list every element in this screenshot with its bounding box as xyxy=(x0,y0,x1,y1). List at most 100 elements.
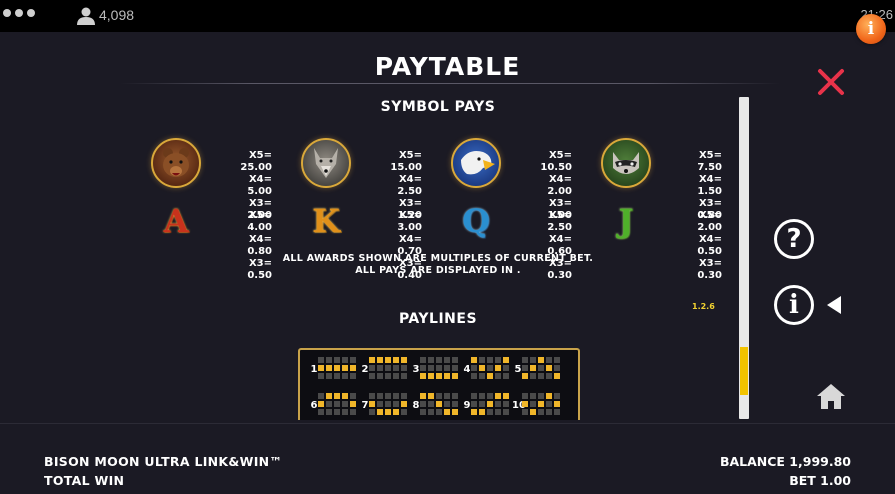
eagle-icon xyxy=(451,138,501,188)
payline-cell xyxy=(495,373,501,379)
payline-cell xyxy=(554,365,560,371)
payline-9: 9 xyxy=(461,392,509,420)
payline-cell xyxy=(444,373,450,379)
payline-cell xyxy=(428,409,434,415)
user-icon xyxy=(77,7,95,25)
payline-cell xyxy=(334,393,340,399)
payline-cell xyxy=(436,365,442,371)
payline-cell xyxy=(522,409,528,415)
active-indicator-icon xyxy=(827,296,841,314)
payline-cell xyxy=(334,373,340,379)
info-button[interactable]: i xyxy=(774,285,814,325)
payline-cell xyxy=(393,357,399,363)
payline-cell xyxy=(318,401,324,407)
payline-cell xyxy=(393,373,399,379)
payline-3: 3 xyxy=(410,356,458,384)
payline-cell xyxy=(487,365,493,371)
bet: BET 1.00 xyxy=(789,473,851,488)
payline-cell xyxy=(554,393,560,399)
payline-cell xyxy=(350,365,356,371)
payline-cell xyxy=(420,357,426,363)
letter-q-symbol: Q xyxy=(462,202,490,240)
payline-cell xyxy=(487,401,493,407)
info-badge-icon[interactable]: i xyxy=(856,14,886,44)
payline-cell xyxy=(318,357,324,363)
payline-cell xyxy=(452,373,458,379)
close-icon[interactable] xyxy=(815,66,847,98)
payline-cell xyxy=(350,409,356,415)
payline-cell xyxy=(377,365,383,371)
payline-cell xyxy=(487,357,493,363)
payline-cell xyxy=(452,401,458,407)
payline-cell xyxy=(503,401,509,407)
bear-icon xyxy=(151,138,201,188)
payline-cell xyxy=(401,373,407,379)
payline-cell xyxy=(420,393,426,399)
payline-grid xyxy=(471,393,509,415)
payline-cell xyxy=(452,357,458,363)
payline-cell xyxy=(326,365,332,371)
payline-cell xyxy=(326,409,332,415)
payline-cell xyxy=(503,393,509,399)
player-count: 4,098 xyxy=(99,7,135,23)
payline-cell xyxy=(495,409,501,415)
payline-cell xyxy=(436,373,442,379)
footer-divider xyxy=(0,423,895,424)
letter-k-symbol: K xyxy=(312,202,340,240)
payline-7: 7 xyxy=(359,392,407,420)
payline-cell xyxy=(444,409,450,415)
payline-cell xyxy=(385,393,391,399)
payline-cell xyxy=(522,357,528,363)
pays-note: ALL PAYS ARE DISPLAYED IN . xyxy=(355,265,521,276)
payline-5: 5 xyxy=(512,356,560,384)
payline-grid xyxy=(522,393,560,415)
payline-cell xyxy=(369,357,375,363)
payline-cell xyxy=(377,409,383,415)
payline-cell xyxy=(479,393,485,399)
payline-cell xyxy=(350,373,356,379)
help-button[interactable]: ? xyxy=(774,219,814,259)
payline-1: 1 xyxy=(308,356,356,384)
scrollbar-thumb[interactable] xyxy=(740,347,748,395)
payline-cell xyxy=(530,357,536,363)
menu-dots-icon[interactable] xyxy=(3,9,35,17)
payline-cell xyxy=(487,393,493,399)
payline-cell xyxy=(436,357,442,363)
payline-cell xyxy=(479,401,485,407)
payline-cell xyxy=(471,373,477,379)
paylines-heading: PAYLINES xyxy=(398,311,478,327)
payline-cell xyxy=(385,401,391,407)
payline-cell xyxy=(444,357,450,363)
payline-cell xyxy=(530,409,536,415)
payline-cell xyxy=(522,365,528,371)
payline-cell xyxy=(522,373,528,379)
payline-cell xyxy=(334,401,340,407)
payline-cell xyxy=(554,409,560,415)
payline-cell xyxy=(318,393,324,399)
payline-2: 2 xyxy=(359,356,407,384)
payline-cell xyxy=(369,373,375,379)
payline-cell xyxy=(393,365,399,371)
payline-cell xyxy=(444,393,450,399)
payline-cell xyxy=(471,401,477,407)
payline-cell xyxy=(342,373,348,379)
payline-cell xyxy=(554,401,560,407)
payline-cell xyxy=(420,373,426,379)
payline-grid xyxy=(420,393,458,415)
payline-cell xyxy=(530,373,536,379)
payline-grid xyxy=(318,393,356,415)
payline-grid xyxy=(420,357,458,379)
home-icon[interactable] xyxy=(815,382,847,410)
payline-cell xyxy=(538,373,544,379)
letter-a-symbol: A xyxy=(163,202,189,240)
scrollbar[interactable] xyxy=(739,97,749,419)
payline-cell xyxy=(342,357,348,363)
payline-cell xyxy=(546,393,552,399)
payline-cell xyxy=(452,365,458,371)
payline-cell xyxy=(350,393,356,399)
payline-cell xyxy=(385,365,391,371)
payline-cell xyxy=(401,357,407,363)
payline-cell xyxy=(428,401,434,407)
payline-cell xyxy=(503,409,509,415)
payline-cell xyxy=(479,409,485,415)
